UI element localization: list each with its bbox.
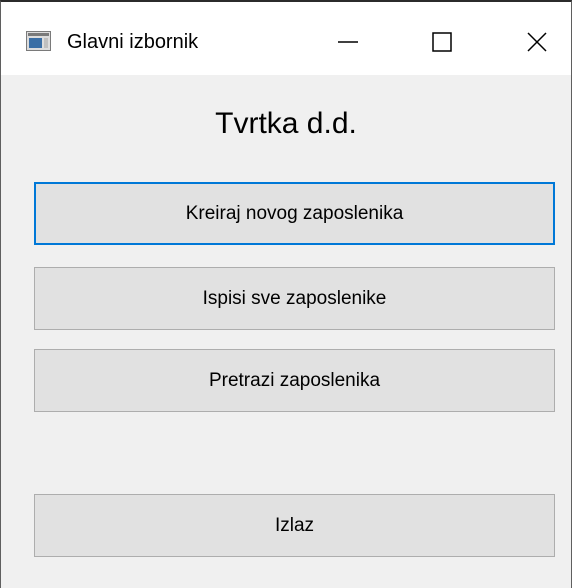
main-window: Glavni izbornik Tvrtka d.d. Kreiraj novo… (0, 0, 572, 588)
create-employee-label: Kreiraj novog zaposlenika (185, 202, 404, 224)
exit-label: Izlaz (274, 514, 315, 536)
list-employees-label: Ispisi sve zaposlenike (202, 287, 387, 309)
app-window-icon (26, 31, 51, 51)
maximize-icon (431, 31, 453, 53)
company-heading: Tvrtka d.d. (215, 107, 357, 140)
title-bar[interactable]: Glavni izbornik (1, 2, 571, 75)
window-title: Glavni izbornik (67, 31, 199, 53)
search-employee-button[interactable]: Pretrazi zaposlenika (34, 349, 555, 412)
minimize-button[interactable] (318, 20, 378, 64)
list-employees-button[interactable]: Ispisi sve zaposlenike (34, 267, 555, 330)
create-employee-button[interactable]: Kreiraj novog zaposlenika (34, 182, 555, 245)
exit-button[interactable]: Izlaz (34, 494, 555, 557)
minimize-icon (337, 31, 359, 53)
maximize-button[interactable] (412, 20, 472, 64)
close-icon (526, 31, 548, 53)
close-button[interactable] (507, 20, 567, 64)
search-employee-label: Pretrazi zaposlenika (208, 369, 381, 391)
